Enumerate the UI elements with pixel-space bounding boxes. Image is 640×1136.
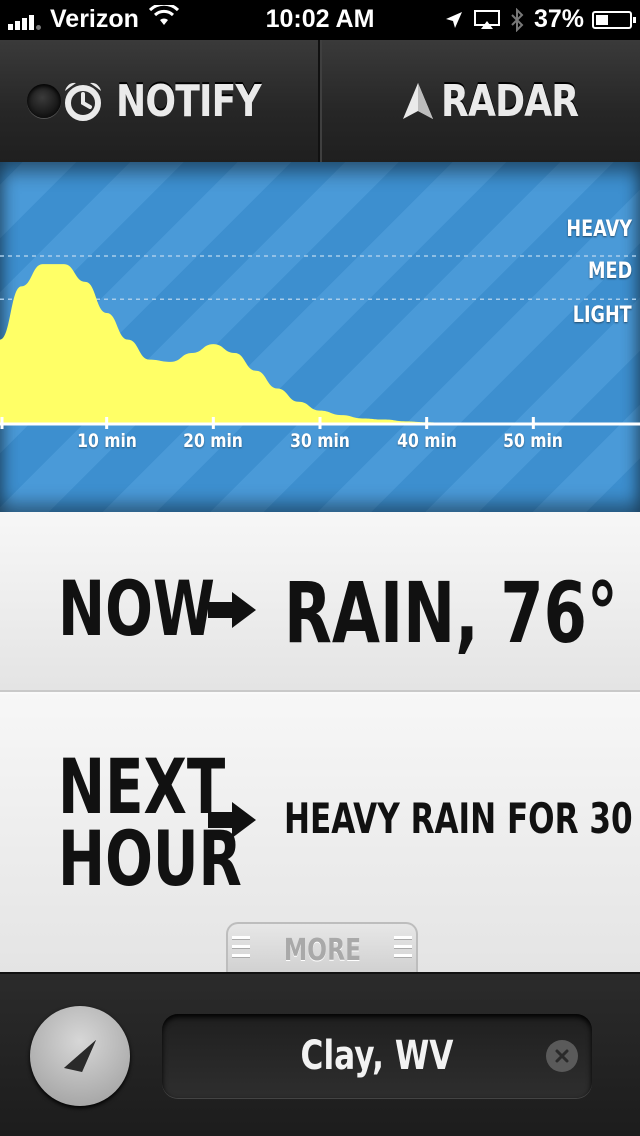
- radar-button[interactable]: RADAR: [322, 40, 640, 162]
- precipitation-chart-svg: [0, 255, 640, 429]
- radar-label: RADAR: [441, 75, 579, 127]
- navigation-arrow-icon: [401, 81, 435, 121]
- level-label-heavy: HEAVY: [566, 216, 632, 242]
- precipitation-chart: HEAVY MED LIGHT 10 min 20 min 30 min 40 min 50 …: [0, 162, 640, 512]
- more-button[interactable]: MORE: [226, 922, 418, 976]
- next-hour-summary: HEAVY RAIN FOR 30 MIN: [284, 794, 640, 843]
- x-tick-label: 40 min: [396, 430, 457, 452]
- more-label: MORE: [283, 932, 361, 968]
- top-navigation: NOTIFY RADAR: [0, 40, 640, 164]
- location-arrow-icon: [56, 1032, 104, 1080]
- x-tick-label: 50 min: [503, 430, 564, 452]
- grip-icon-right: [394, 936, 412, 963]
- level-label-light: LIGHT: [573, 303, 632, 329]
- right-arrow-icon: [208, 802, 256, 838]
- grip-icon-left: [232, 936, 250, 963]
- notify-button[interactable]: NOTIFY: [0, 40, 318, 162]
- notify-label: NOTIFY: [116, 75, 262, 127]
- status-right: 37%: [434, 5, 636, 34]
- status-bar: Verizon 10:02 AM 37%: [0, 0, 640, 40]
- location-field[interactable]: Clay, WV: [162, 1014, 592, 1098]
- x-tick-label: 20 min: [183, 430, 244, 452]
- now-condition: RAIN, 76°: [284, 564, 618, 662]
- right-arrow-icon: [208, 592, 256, 628]
- battery-percent: 37%: [533, 5, 584, 33]
- app: Verizon 10:02 AM 37% NOTIFY RADAR HEAVY …: [0, 0, 640, 1136]
- location-arrow-icon: [444, 10, 464, 30]
- airplay-icon: [473, 9, 500, 30]
- current-location-button[interactable]: [30, 1006, 130, 1106]
- location-text: Clay, WV: [300, 1033, 454, 1079]
- clear-location-button[interactable]: [546, 1040, 578, 1072]
- alarm-clock-icon: [62, 80, 104, 122]
- now-panel: NOW RAIN, 76°: [0, 512, 640, 692]
- bottom-bar: Clay, WV: [0, 972, 640, 1136]
- battery-icon: [592, 10, 636, 29]
- x-tick-label: 10 min: [76, 430, 137, 452]
- level-label-med: MED: [587, 259, 632, 285]
- x-tick-label: 30 min: [290, 430, 350, 452]
- precipitation-area: [0, 264, 640, 424]
- bluetooth-icon: [510, 7, 524, 32]
- now-label: NOW: [58, 564, 215, 653]
- close-icon: [554, 1048, 570, 1064]
